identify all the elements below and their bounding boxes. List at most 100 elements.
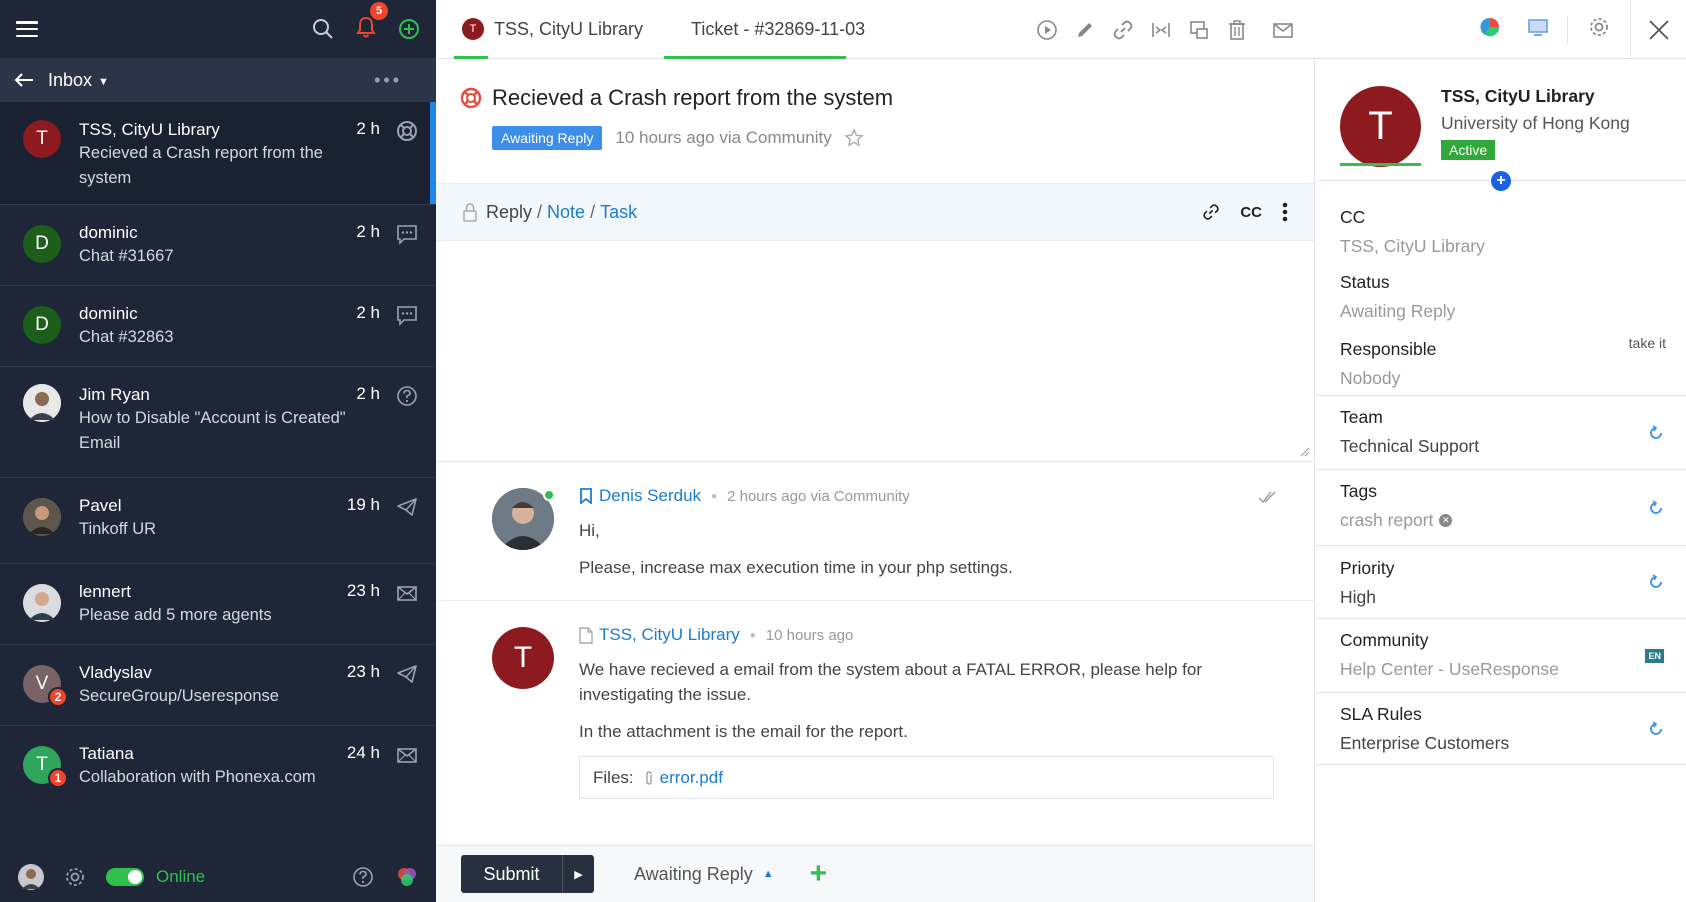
- conversation-name: lennert: [79, 582, 131, 601]
- reply-tab[interactable]: Reply: [486, 202, 532, 223]
- field-tags[interactable]: Tags crash report ✕: [1316, 470, 1686, 546]
- play-icon[interactable]: [1036, 19, 1058, 41]
- refresh-icon[interactable]: [1648, 720, 1664, 737]
- field-value: Enterprise Customers: [1340, 733, 1510, 753]
- user-avatar[interactable]: [18, 864, 44, 890]
- display-button[interactable]: [1514, 16, 1568, 43]
- hamburger-menu-icon[interactable]: [16, 21, 38, 37]
- edit-pencil-icon[interactable]: [1074, 19, 1096, 41]
- telegram-icon: [397, 665, 417, 683]
- conversation-snippet: Collaboration with Phonexa.com: [79, 768, 316, 786]
- link-icon[interactable]: [1112, 19, 1134, 41]
- field-status[interactable]: Status Awaiting Reply: [1316, 254, 1686, 323]
- conversation-snippet: Recieved a Crash report from the system: [79, 144, 323, 187]
- notification-count-badge: 5: [370, 1, 388, 20]
- conversation-item[interactable]: Jim Ryan How to Disable "Account is Crea…: [0, 367, 436, 478]
- trash-icon[interactable]: [1226, 19, 1248, 41]
- conversation-item[interactable]: D dominic Chat #32863 2 h: [0, 286, 436, 367]
- message-author[interactable]: TSS, CityU Library: [599, 625, 740, 645]
- settings-button[interactable]: [1568, 16, 1630, 43]
- contact-name[interactable]: TSS, CityU Library: [1441, 86, 1630, 107]
- notifications-button[interactable]: 5: [356, 1, 388, 43]
- back-arrow-icon[interactable]: [14, 73, 34, 87]
- message-paragraph: Please, increase max execution time in y…: [579, 558, 1013, 577]
- task-tab[interactable]: Task: [600, 202, 637, 223]
- remove-tag-icon[interactable]: ✕: [1439, 514, 1453, 527]
- refresh-icon[interactable]: [1648, 424, 1664, 441]
- ticket-actions: [1036, 0, 1294, 59]
- add-new-icon[interactable]: [398, 18, 420, 40]
- monitor-icon: [1528, 19, 1548, 36]
- tab-contact[interactable]: T TSS, CityU Library: [436, 0, 667, 59]
- conversation-time: 2 h: [356, 303, 380, 322]
- conversation-name: dominic: [79, 223, 138, 242]
- conversation-item[interactable]: Pavel Tinkoff UR 19 h: [0, 478, 436, 564]
- field-priority[interactable]: Priority High: [1316, 546, 1686, 619]
- message-item: T TSS, CityU Library ● 10 hours ago We h…: [436, 601, 1314, 819]
- avatar: T: [23, 120, 61, 158]
- conversation-item[interactable]: V 2 Vladyslav SecureGroup/Useresponse 23…: [0, 645, 436, 726]
- field-responsible[interactable]: Responsible Nobody take it: [1316, 323, 1686, 396]
- contact-avatar[interactable]: T: [1340, 86, 1421, 167]
- ticket-header: Recieved a Crash report from the system …: [436, 59, 1314, 183]
- message-author[interactable]: Denis Serduk: [599, 486, 701, 506]
- refresh-icon[interactable]: [1648, 574, 1664, 590]
- lock-icon: [463, 203, 477, 222]
- move-icon[interactable]: [1188, 19, 1210, 41]
- take-it-link[interactable]: take it: [1629, 335, 1666, 351]
- note-tab[interactable]: Note: [547, 202, 585, 223]
- reply-editor[interactable]: [436, 241, 1314, 462]
- apps-logo-icon[interactable]: [396, 866, 418, 888]
- paperclip-icon: [645, 770, 652, 785]
- tab-ticket[interactable]: Ticket - #32869-11-03: [667, 0, 889, 59]
- status-badge: Awaiting Reply: [492, 126, 603, 150]
- conversation-item[interactable]: D dominic Chat #31667 2 h: [0, 205, 436, 286]
- submit-button[interactable]: Submit: [461, 855, 562, 893]
- star-icon[interactable]: [844, 128, 864, 148]
- close-button[interactable]: [1630, 0, 1686, 59]
- ticket-meta-text: 10 hours ago via Community: [615, 128, 832, 147]
- resize-handle-icon[interactable]: [1300, 447, 1310, 457]
- refresh-icon[interactable]: [1648, 499, 1664, 516]
- pie-chart-button[interactable]: [1466, 16, 1514, 43]
- submit-group: Submit ▶: [461, 855, 594, 893]
- conversation-item[interactable]: T 1 Tatiana Collaboration with Phonexa.c…: [0, 726, 436, 826]
- tag-item[interactable]: crash report ✕: [1340, 510, 1453, 531]
- sidebar-footer: Online: [0, 852, 436, 902]
- caret-up-icon: ▲: [762, 868, 774, 880]
- more-vertical-icon[interactable]: [1282, 202, 1288, 222]
- attach-link-icon[interactable]: [1202, 203, 1220, 221]
- search-icon[interactable]: [312, 18, 334, 40]
- attachment-link[interactable]: error.pdf: [660, 768, 723, 788]
- field-sla-rules[interactable]: SLA Rules Enterprise Customers: [1316, 693, 1686, 765]
- submit-options-button[interactable]: ▶: [562, 855, 594, 893]
- chat-icon: [397, 225, 417, 245]
- conversation-name: Vladyslav: [79, 663, 152, 682]
- reply-footer: Submit ▶ Awaiting Reply ▲ +: [436, 845, 1314, 902]
- conversation-item[interactable]: lennert Please add 5 more agents 23 h: [0, 564, 436, 645]
- field-team[interactable]: Team Technical Support: [1316, 396, 1686, 470]
- message-item: Denis Serduk ● 2 hours ago via Community…: [436, 462, 1314, 601]
- unread-count-badge: 1: [48, 768, 68, 788]
- mail-icon[interactable]: [1272, 19, 1294, 41]
- gear-icon[interactable]: [64, 866, 86, 888]
- cc-button[interactable]: CC: [1240, 204, 1262, 221]
- online-toggle[interactable]: [106, 868, 144, 886]
- chevron-down-icon[interactable]: ▼: [98, 76, 109, 88]
- add-action-button[interactable]: +: [810, 859, 828, 889]
- double-check-icon: [1258, 491, 1276, 504]
- status-select[interactable]: Awaiting Reply ▲: [634, 864, 774, 885]
- help-icon[interactable]: [352, 866, 374, 888]
- more-options-icon[interactable]: •••: [374, 70, 402, 91]
- avatar: T: [492, 627, 554, 689]
- tab-label: TSS, CityU Library: [494, 18, 644, 39]
- message-time: 10 hours ago: [765, 626, 854, 644]
- conversation-item[interactable]: T TSS, CityU Library Recieved a Crash re…: [0, 102, 436, 205]
- field-community[interactable]: Community Help Center - UseResponse EN: [1316, 619, 1686, 693]
- chat-icon: [397, 306, 417, 326]
- field-cc[interactable]: CC TSS, CityU Library: [1316, 181, 1686, 256]
- conversation-time: 23 h: [346, 662, 380, 681]
- sidebar-header: 5: [0, 0, 436, 58]
- merge-icon[interactable]: [1150, 19, 1172, 41]
- inbox-selector[interactable]: Inbox: [48, 70, 92, 91]
